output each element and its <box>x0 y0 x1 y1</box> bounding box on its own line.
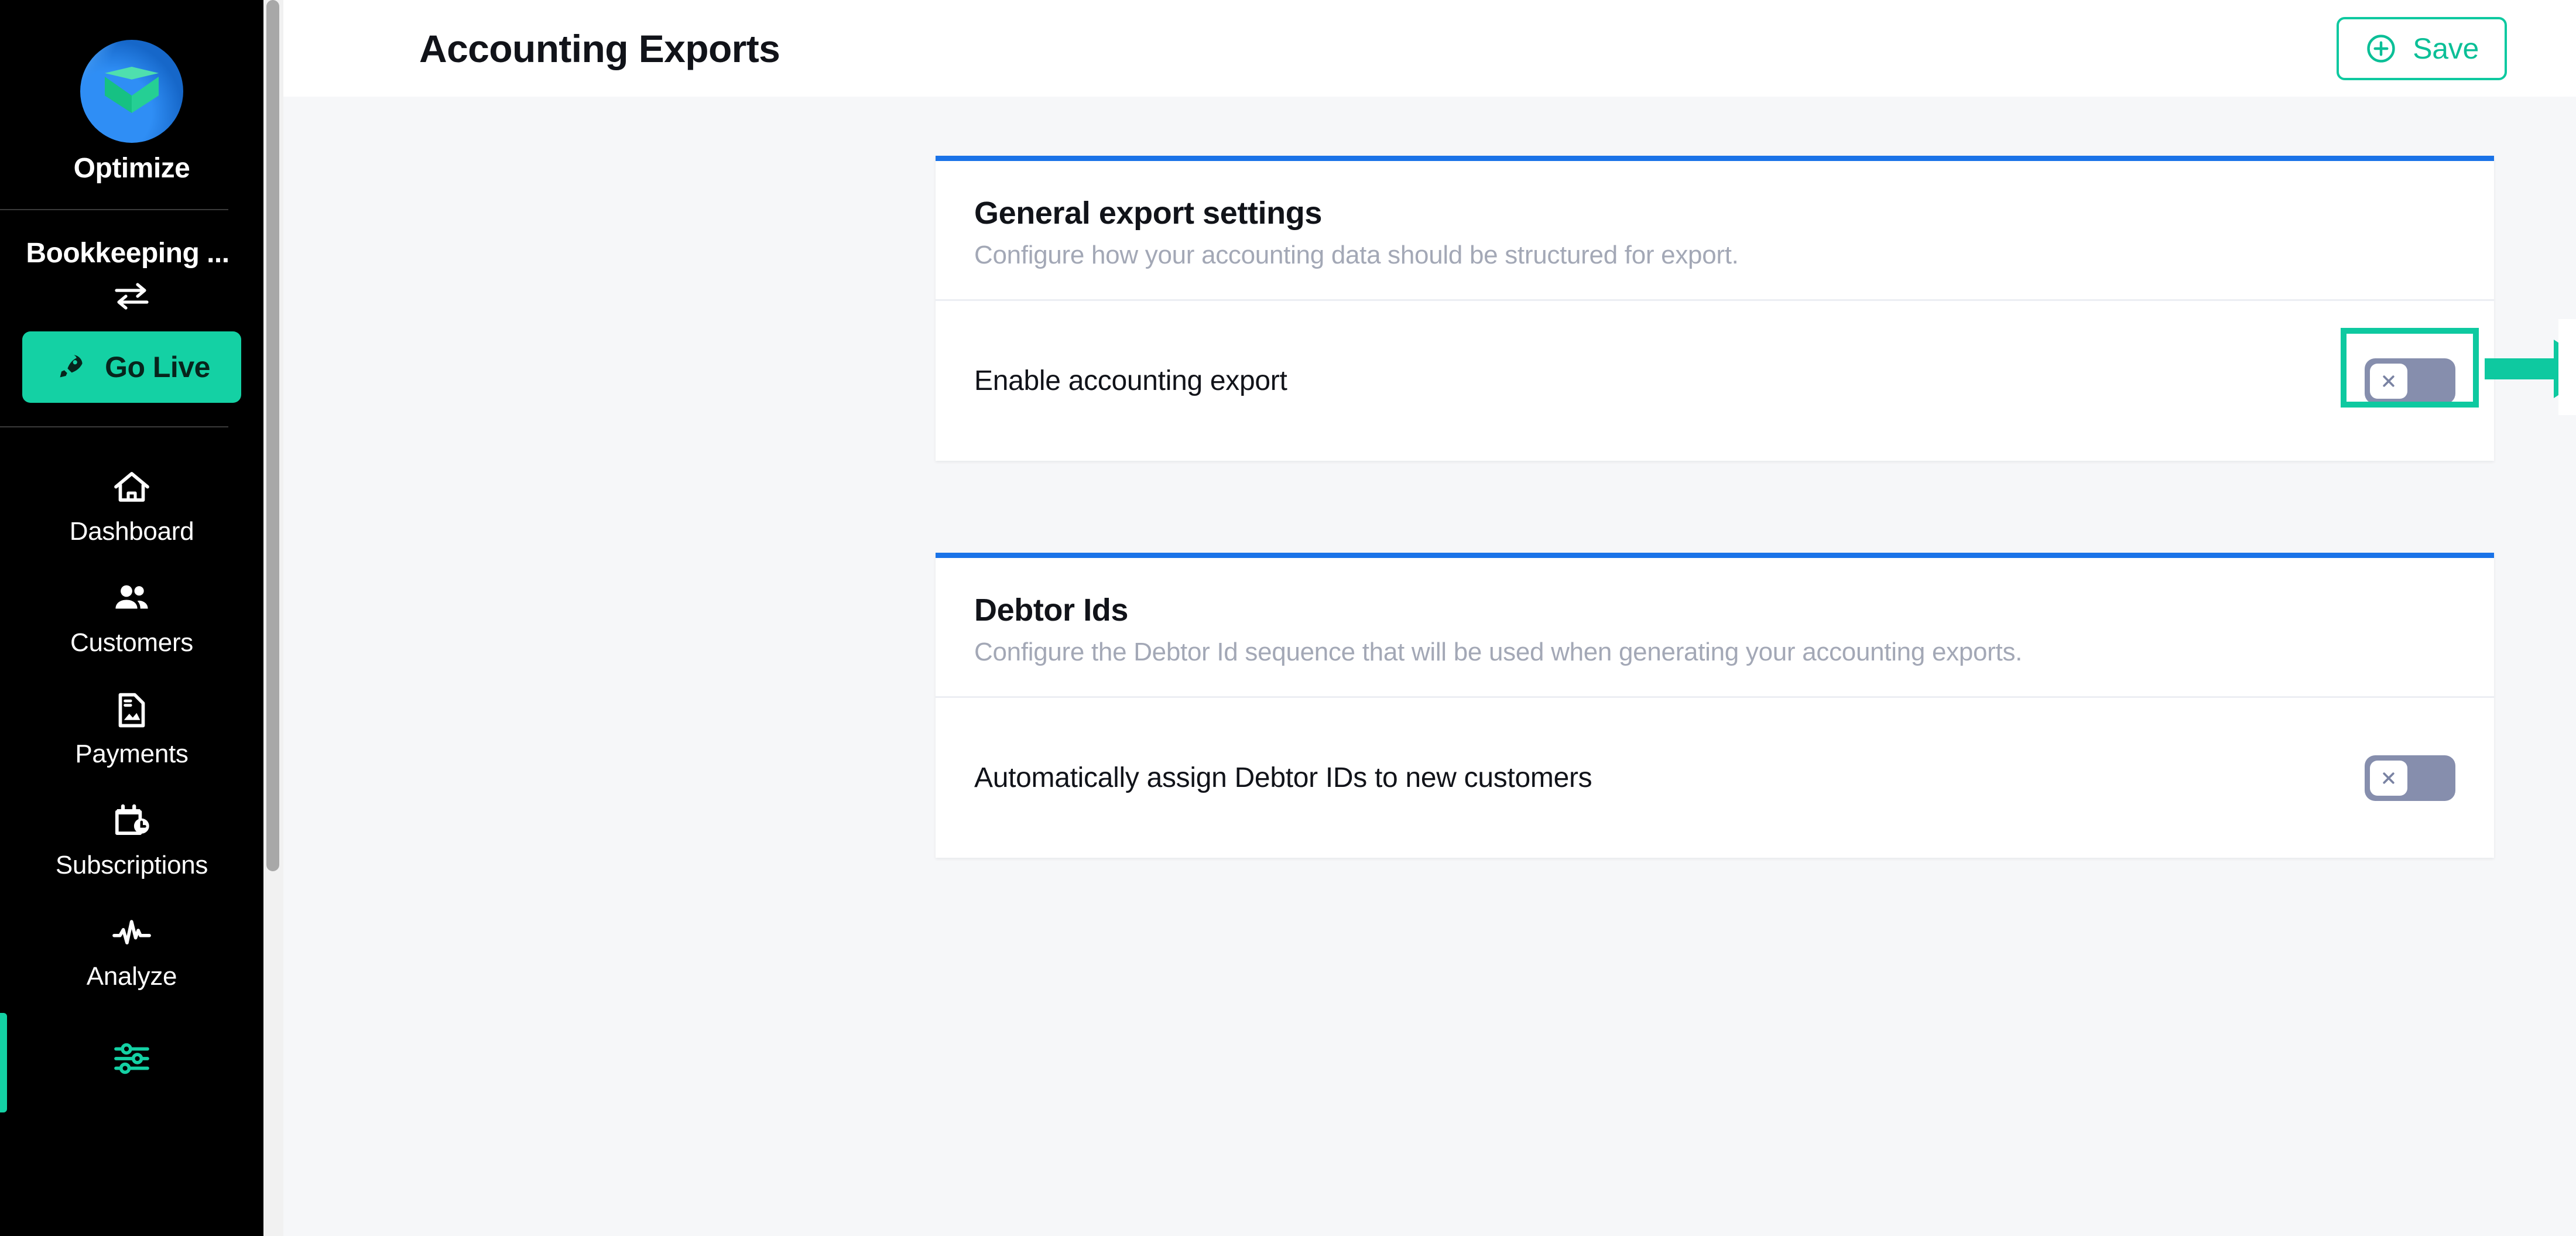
sidebar-item-label: Dashboard <box>69 517 194 546</box>
users-icon <box>115 585 148 609</box>
sidebar-item-label: Payments <box>75 739 189 768</box>
brand-block: Optimize <box>0 0 263 184</box>
pulse-icon <box>112 920 151 944</box>
toggle-knob <box>2370 760 2407 796</box>
main-content: Accounting Exports Save General export s… <box>283 0 2576 1236</box>
card-subtitle: Configure the Debtor Id sequence that wi… <box>974 638 2023 666</box>
right-arrow-annotation-icon <box>2485 340 2576 398</box>
plus-circle-icon <box>2367 34 2395 63</box>
card-header: General export settings Configure how yo… <box>936 161 2494 301</box>
go-live-label: Go Live <box>105 351 210 384</box>
swap-arrows-icon <box>115 283 149 310</box>
save-button[interactable]: Save <box>2337 16 2507 80</box>
optimize-cube-logo-icon <box>80 40 183 143</box>
sidebar-item-settings[interactable] <box>0 1007 263 1118</box>
vertical-scrollbar-thumb[interactable] <box>266 0 279 871</box>
settings-content: General export settings Configure how yo… <box>283 97 2576 1236</box>
sidebar-item-label: Customers <box>70 628 194 657</box>
setting-row-auto-assign-debtor-ids: Automatically assign Debtor IDs to new c… <box>936 698 2494 858</box>
sidebar-item-payments[interactable]: Payments <box>0 673 263 785</box>
card-header: Debtor Ids Configure the Debtor Id seque… <box>936 558 2494 698</box>
sidebar-item-label: Subscriptions <box>55 851 208 879</box>
card-title: Debtor Ids <box>974 593 1129 628</box>
setting-label: Enable accounting export <box>974 365 1287 396</box>
brand-name: Optimize <box>73 153 190 184</box>
calendar-clock-icon <box>115 804 149 835</box>
card-subtitle: Configure how your accounting data shoul… <box>974 241 1739 269</box>
sidebar-item-dashboard[interactable]: Dashboard <box>0 451 263 562</box>
environment-switcher[interactable]: Bookkeeping ... <box>0 210 263 313</box>
sidebar-nav: Dashboard Customers Payments Subscriptio… <box>0 427 263 1118</box>
sidebar-item-label: Analyze <box>86 962 177 991</box>
save-button-label: Save <box>2413 32 2479 65</box>
go-live-button[interactable]: Go Live <box>22 331 241 403</box>
toggle-knob <box>2370 363 2407 399</box>
x-icon <box>2383 772 2395 784</box>
sidebar-item-subscriptions[interactable]: Subscriptions <box>0 785 263 896</box>
sidebar-item-analyze[interactable]: Analyze <box>0 896 263 1007</box>
home-icon <box>114 472 149 502</box>
card-debtor-ids: Debtor Ids Configure the Debtor Id seque… <box>936 553 2494 858</box>
active-indicator <box>0 1013 7 1112</box>
x-icon <box>2383 375 2395 387</box>
setting-row-enable-accounting-export: Enable accounting export <box>936 301 2494 461</box>
top-bar: Accounting Exports Save <box>283 0 2576 97</box>
toggle-enable-accounting-export[interactable] <box>2365 358 2455 404</box>
sidebar: Optimize Bookkeeping ... Go Live Dashboa… <box>0 0 263 1236</box>
page-title: Accounting Exports <box>419 26 780 70</box>
app-root: Optimize Bookkeeping ... Go Live Dashboa… <box>0 0 2576 1236</box>
rocket-icon <box>60 355 83 378</box>
settings-sliders-icon <box>114 1043 149 1074</box>
environment-name: Bookkeeping ... <box>26 238 229 269</box>
card-general-export-settings: General export settings Configure how yo… <box>936 156 2494 461</box>
document-icon <box>118 693 145 728</box>
toggle-auto-assign-debtor-ids[interactable] <box>2365 755 2455 801</box>
setting-label: Automatically assign Debtor IDs to new c… <box>974 762 1592 793</box>
card-title: General export settings <box>974 196 1322 231</box>
sidebar-item-customers[interactable]: Customers <box>0 562 263 673</box>
annotation-result-panel <box>2558 319 2576 415</box>
